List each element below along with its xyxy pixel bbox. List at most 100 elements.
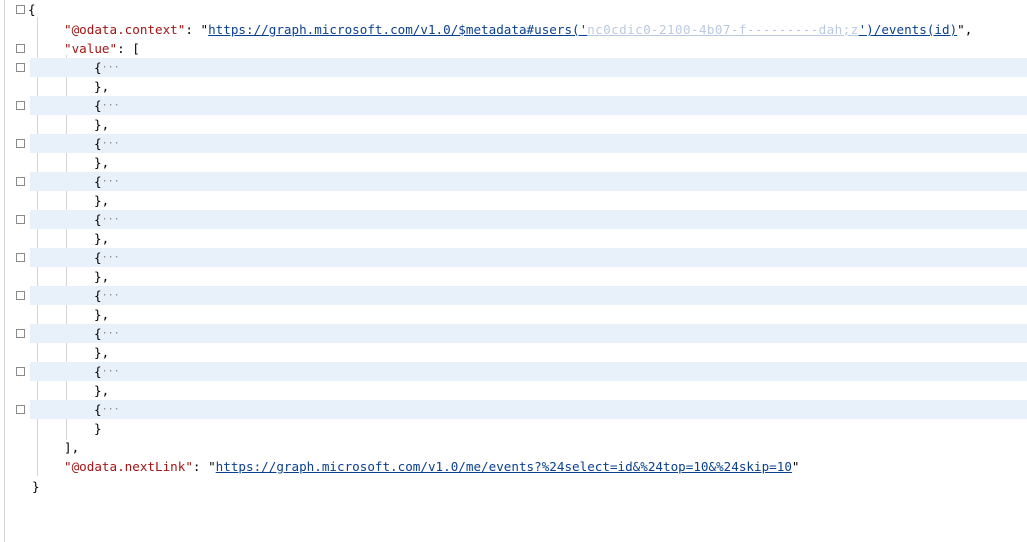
item-close-brace: },: [94, 231, 110, 246]
json-item-open[interactable]: {···: [94, 324, 120, 343]
item-open-brace: {: [94, 402, 102, 417]
collapsed-ellipsis-icon[interactable]: ···: [102, 100, 120, 111]
collapsed-ellipsis-icon[interactable]: ···: [102, 404, 120, 415]
json-item-open[interactable]: {···: [94, 362, 120, 381]
collapsed-ellipsis-icon[interactable]: ···: [102, 366, 120, 377]
collapse-toggle-item[interactable]: [16, 253, 25, 262]
json-item-open[interactable]: {···: [94, 96, 120, 115]
json-item-close-line: },: [0, 153, 1027, 172]
odata-context-quote-close: ",: [957, 22, 973, 37]
collapse-toggle-item[interactable]: [16, 367, 25, 376]
item-close-brace: },: [94, 79, 110, 94]
collapse-toggle-item[interactable]: [16, 177, 25, 186]
json-line-odata-context: "@odata.context": "https://graph.microso…: [0, 20, 1027, 39]
item-close-brace: },: [94, 307, 110, 322]
json-item-close-line: },: [0, 305, 1027, 324]
value-key-row: "value": [: [64, 39, 140, 58]
json-item-open-line: {···: [0, 134, 1027, 153]
json-item-open-line: {···: [0, 248, 1027, 267]
item-close-brace: }: [94, 421, 102, 436]
json-item-open-line: {···: [0, 96, 1027, 115]
item-open-brace: {: [94, 250, 102, 265]
json-item-close-line: },: [0, 229, 1027, 248]
collapsed-ellipsis-icon[interactable]: ···: [102, 62, 120, 73]
json-item-open[interactable]: {···: [94, 286, 120, 305]
json-viewer: { "@odata.context": "https://graph.micro…: [0, 0, 1027, 542]
collapsed-ellipsis-icon[interactable]: ···: [102, 214, 120, 225]
item-close-brace: },: [94, 269, 110, 284]
json-item-close-line: },: [0, 115, 1027, 134]
odata-nextlink-key: "@odata.nextLink": [64, 459, 193, 474]
collapse-toggle-item[interactable]: [16, 329, 25, 338]
odata-context-quote-open: ": [200, 22, 209, 37]
collapse-toggle-value-array[interactable]: [16, 44, 25, 53]
json-line-root-close: }: [0, 477, 1027, 496]
odata-nextlink-row: "@odata.nextLink": "https://graph.micros…: [64, 457, 800, 476]
json-item-open[interactable]: {···: [94, 134, 120, 153]
collapsed-ellipsis-icon[interactable]: ···: [102, 176, 120, 187]
json-item-open-line: {···: [0, 362, 1027, 381]
odata-nextlink-link[interactable]: https://graph.microsoft.com/v1.0/me/even…: [216, 459, 792, 474]
json-item-open[interactable]: {···: [94, 172, 120, 191]
collapsed-ellipsis-icon[interactable]: ···: [102, 138, 120, 149]
item-open-brace: {: [94, 364, 102, 379]
item-close-brace: },: [94, 193, 110, 208]
json-item-close-line: },: [0, 343, 1027, 362]
collapsed-ellipsis-icon[interactable]: ···: [102, 252, 120, 263]
root-open-brace: {: [28, 2, 36, 17]
collapse-toggle-item[interactable]: [16, 405, 25, 414]
item-open-brace: {: [94, 174, 102, 189]
json-item-open-line: {···: [0, 58, 1027, 77]
item-close-brace: },: [94, 345, 110, 360]
value-array-close: ],: [64, 440, 80, 455]
json-line-value-key: "value": [: [0, 39, 1027, 58]
collapse-toggle-item[interactable]: [16, 101, 25, 110]
collapse-toggle-item[interactable]: [16, 63, 25, 72]
item-open-brace: {: [94, 288, 102, 303]
json-item-open-line: {···: [0, 286, 1027, 305]
collapse-toggle-item[interactable]: [16, 291, 25, 300]
json-line-array-close: ],: [0, 438, 1027, 457]
odata-context-key: "@odata.context": [64, 22, 186, 37]
odata-context-link[interactable]: https://graph.microsoft.com/v1.0/$metada…: [208, 22, 957, 37]
json-item-close-line: }: [0, 419, 1027, 438]
item-close-brace: },: [94, 383, 110, 398]
odata-nextlink-quote-open: ": [208, 459, 216, 474]
item-open-brace: {: [94, 136, 102, 151]
collapsed-ellipsis-icon[interactable]: ···: [102, 290, 120, 301]
json-item-open[interactable]: {···: [94, 248, 120, 267]
json-item-open-line: {···: [0, 400, 1027, 419]
json-item-close-line: },: [0, 381, 1027, 400]
json-item-open[interactable]: {···: [94, 58, 120, 77]
json-item-open-line: {···: [0, 210, 1027, 229]
item-open-brace: {: [94, 60, 102, 75]
odata-context-url-tail: ')/events(id): [858, 22, 958, 37]
item-open-brace: {: [94, 98, 102, 113]
json-line-root-open: {: [0, 0, 1027, 19]
json-item-close-line: },: [0, 191, 1027, 210]
item-close-brace: },: [94, 155, 110, 170]
item-open-brace: {: [94, 326, 102, 341]
collapse-toggle-root[interactable]: [16, 5, 25, 14]
item-open-brace: {: [94, 212, 102, 227]
root-close-brace: }: [32, 479, 40, 494]
json-item-open[interactable]: {···: [94, 400, 120, 419]
json-item-open-line: {···: [0, 324, 1027, 343]
odata-context-url: https://graph.microsoft.com/v1.0/$metada…: [208, 22, 588, 37]
odata-context-row: "@odata.context": "https://graph.microso…: [64, 20, 972, 39]
odata-nextlink-colon: :: [192, 459, 209, 474]
json-item-open[interactable]: {···: [94, 210, 120, 229]
json-item-close-line: },: [0, 267, 1027, 286]
collapse-toggle-item[interactable]: [16, 215, 25, 224]
odata-context-colon: :: [185, 22, 201, 37]
json-item-open-line: {···: [0, 172, 1027, 191]
json-item-close-line: },: [0, 77, 1027, 96]
json-line-odata-nextlink: "@odata.nextLink": "https://graph.micros…: [0, 457, 1027, 476]
item-close-brace: },: [94, 117, 110, 132]
collapse-toggle-item[interactable]: [16, 139, 25, 148]
value-key: "value": [64, 41, 118, 56]
value-array-open: : [: [117, 41, 140, 56]
odata-nextlink-quote-close: ": [791, 459, 800, 474]
collapsed-ellipsis-icon[interactable]: ···: [102, 328, 120, 339]
odata-context-url-redacted: nc0cdic0-2100-4b07-f---------dah;z: [587, 22, 859, 37]
